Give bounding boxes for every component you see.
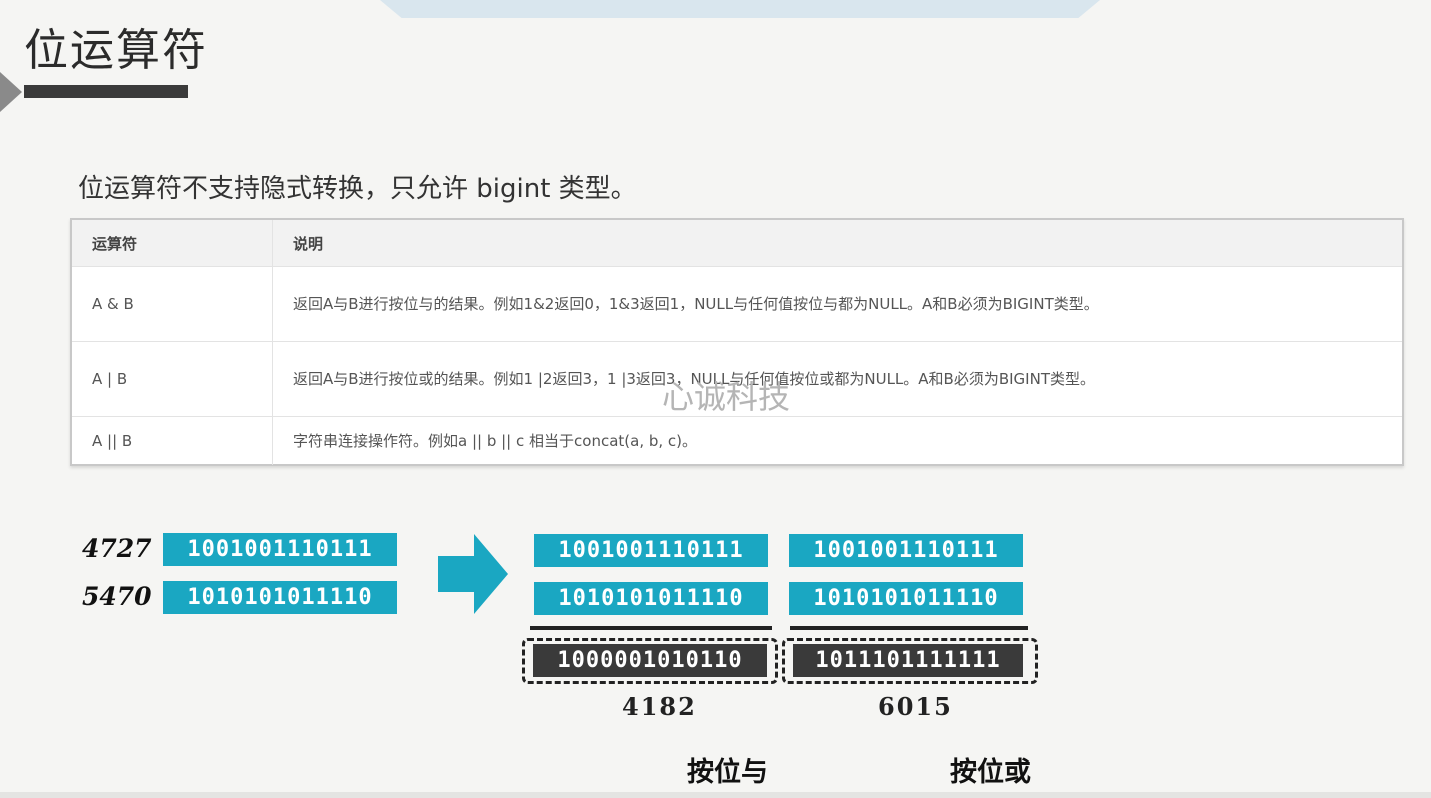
table-row: A & B 返回A与B进行按位与的结果。例如1&2返回0，1&3返回1，NULL… [72, 266, 1402, 342]
operator-cell: A || B [72, 416, 273, 465]
title-underline-bar [24, 85, 188, 98]
and-divider-line [530, 626, 772, 630]
header-operator: 运算符 [72, 220, 273, 267]
description-cell: 返回A与B进行按位与的结果。例如1&2返回0，1&3返回1，NULL与任何值按位… [272, 266, 1402, 342]
and-label: 按位与 [687, 757, 768, 788]
description-cell: 字符串连接操作符。例如a || b || c 相当于concat(a, b, c… [293, 432, 698, 450]
operator-cell: A | B [72, 341, 273, 417]
and-result-binary: 1000001010110 [533, 644, 767, 677]
input-binary-a: 1001001110111 [163, 533, 397, 566]
and-result-decimal: 4182 [622, 692, 697, 721]
operator-cell: A & B [72, 266, 273, 342]
and-operand-b: 1010101011110 [534, 582, 768, 615]
header-description: 说明 [272, 220, 1402, 267]
table-row: A || B 字符串连接操作符。例如a || b || c 相当于concat(… [72, 416, 1402, 465]
slide-title: 位运算符 [24, 25, 208, 76]
operator-table: 运算符 说明 A & B 返回A与B进行按位与的结果。例如1&2返回0，1&3返… [70, 218, 1404, 466]
bottom-edge [0, 792, 1431, 798]
or-result-binary: 1011101111111 [793, 644, 1023, 677]
input-decimal-a: 4727 [82, 534, 152, 563]
and-operand-a: 1001001110111 [534, 534, 768, 567]
or-label: 按位或 [950, 757, 1031, 788]
table-header-row: 运算符 说明 [72, 220, 1402, 267]
description-cell: 返回A与B进行按位或的结果。例如1 |2返回3，1 |3返回3，NULL与任何值… [272, 341, 1402, 417]
or-operand-a: 1001001110111 [789, 534, 1023, 567]
intro-text: 位运算符不支持隐式转换，只允许 bigint 类型。 [78, 174, 637, 204]
left-notch-decoration [0, 72, 22, 112]
or-result-decimal: 6015 [878, 692, 953, 721]
top-banner [380, 0, 1100, 18]
watermark-text: 心诚科技 [662, 378, 791, 416]
input-binary-b: 1010101011110 [163, 581, 397, 614]
or-divider-line [790, 626, 1028, 630]
input-decimal-b: 5470 [82, 582, 152, 611]
right-arrow-icon [438, 534, 508, 614]
or-operand-b: 1010101011110 [789, 582, 1023, 615]
